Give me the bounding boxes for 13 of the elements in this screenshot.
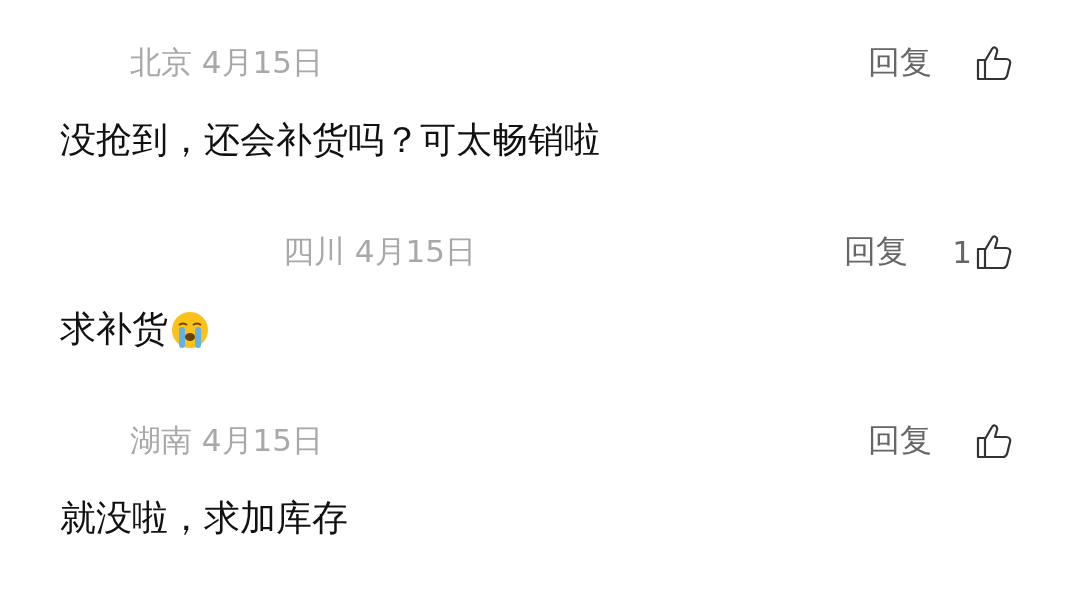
like-count: 1 bbox=[952, 234, 972, 270]
comment-text: 没抢到，还会补货吗？可太畅销啦 bbox=[60, 118, 600, 162]
location-date: 湖南 4月15日 bbox=[130, 421, 324, 460]
thumbs-up-icon[interactable] bbox=[976, 234, 1012, 270]
location-date: 四川 4月15日 bbox=[283, 232, 477, 271]
reply-link[interactable]: 回复 bbox=[868, 419, 932, 463]
comment-text: 就没啦，求加库存 bbox=[60, 496, 348, 540]
location-date: 北京 4月15日 bbox=[130, 43, 324, 82]
thumbs-up-icon[interactable] bbox=[976, 45, 1012, 81]
thumbs-up-icon[interactable] bbox=[976, 423, 1012, 459]
comment-text: 求补货 bbox=[60, 307, 168, 351]
reply-link[interactable]: 回复 bbox=[868, 41, 932, 85]
reply-link[interactable]: 回复 bbox=[844, 230, 909, 274]
